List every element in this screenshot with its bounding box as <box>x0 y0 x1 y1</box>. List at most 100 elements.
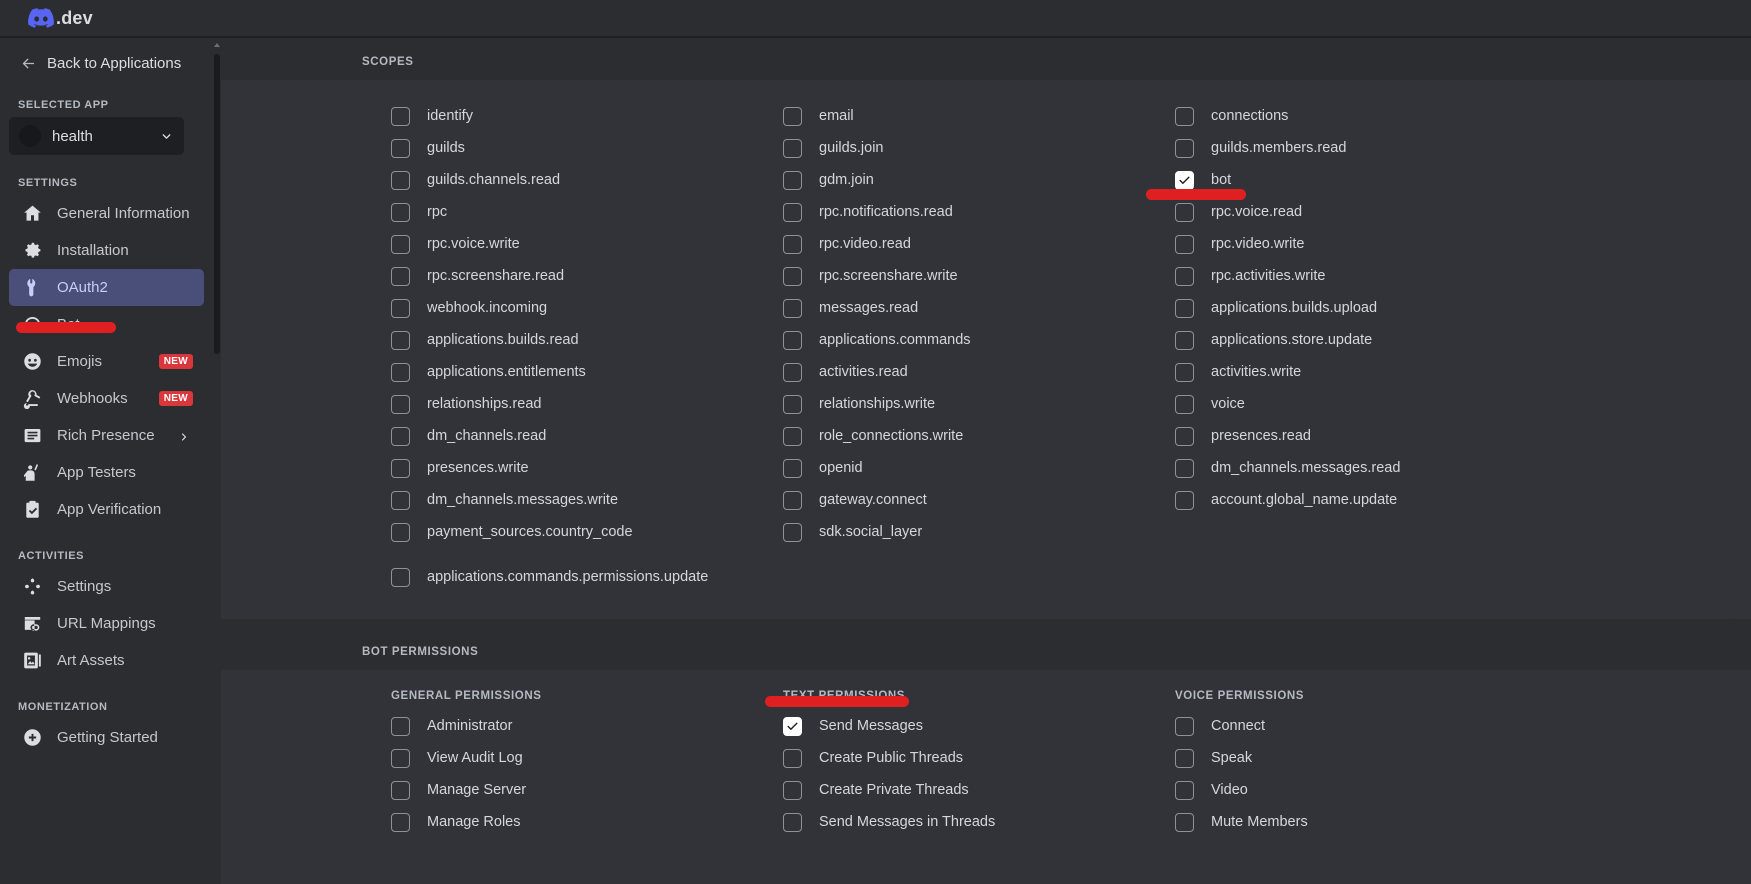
checkbox-gateway-connect[interactable] <box>783 490 802 510</box>
checkbox-applications-store-update[interactable] <box>1175 330 1194 350</box>
checkbox-row[interactable]: relationships.read <box>391 388 754 420</box>
sidebar-item-emojis[interactable]: Emojis NEW <box>9 343 204 380</box>
sidebar-item-art-assets[interactable]: Art Assets <box>9 642 204 679</box>
checkbox-guilds-channels-read[interactable] <box>391 170 410 190</box>
checkbox-messages-read[interactable] <box>783 298 802 318</box>
checkbox-send-messages[interactable] <box>783 716 802 736</box>
sidebar-item-settings[interactable]: Settings <box>9 568 204 605</box>
checkbox-applications-builds-read[interactable] <box>391 330 410 350</box>
chevron-right-icon[interactable] <box>178 430 190 442</box>
checkbox-row[interactable]: View Audit Log <box>391 742 754 774</box>
checkbox-create-private-threads[interactable] <box>783 780 802 800</box>
checkbox-row[interactable]: messages.read <box>783 292 1146 324</box>
checkbox-row[interactable]: openid <box>783 452 1146 484</box>
checkbox-dm-channels-messages-write[interactable] <box>391 490 410 510</box>
checkbox-activities-write[interactable] <box>1175 362 1194 382</box>
checkbox-row[interactable]: Connect <box>1175 710 1538 742</box>
checkbox-create-public-threads[interactable] <box>783 748 802 768</box>
checkbox-activities-read[interactable] <box>783 362 802 382</box>
checkbox-rpc-notifications-read[interactable] <box>783 202 802 222</box>
checkbox-row[interactable]: rpc.activities.write <box>1175 260 1538 292</box>
checkbox-row[interactable]: applications.commands.permissions.update <box>391 561 754 593</box>
checkbox-row[interactable]: activities.read <box>783 356 1146 388</box>
checkbox-row[interactable]: rpc <box>391 196 754 228</box>
checkbox-sdk-social-layer[interactable] <box>783 522 802 542</box>
checkbox-guilds-join[interactable] <box>783 138 802 158</box>
checkbox-row[interactable]: applications.builds.read <box>391 324 754 356</box>
checkbox-row[interactable]: rpc.screenshare.write <box>783 260 1146 292</box>
checkbox-voice[interactable] <box>1175 394 1194 414</box>
checkbox-dm-channels-read[interactable] <box>391 426 410 446</box>
sidebar-item-bot[interactable]: Bot <box>9 306 204 343</box>
checkbox-row[interactable]: Manage Server <box>391 774 754 806</box>
checkbox-row[interactable]: dm_channels.messages.read <box>1175 452 1538 484</box>
checkbox-row[interactable]: Send Messages in Threads <box>783 806 1146 838</box>
checkbox-applications-entitlements[interactable] <box>391 362 410 382</box>
checkbox-identify[interactable] <box>391 106 410 126</box>
checkbox-applications-commands[interactable] <box>783 330 802 350</box>
checkbox-row[interactable]: gdm.join <box>783 164 1146 196</box>
checkbox-relationships-read[interactable] <box>391 394 410 414</box>
sidebar-item-app-testers[interactable]: App Testers <box>9 454 204 491</box>
checkbox-row[interactable]: Create Private Threads <box>783 774 1146 806</box>
checkbox-row[interactable]: Send Messages <box>783 710 1146 742</box>
checkbox-row[interactable]: Create Public Threads <box>783 742 1146 774</box>
checkbox-row[interactable]: email <box>783 100 1146 132</box>
checkbox-row[interactable]: role_connections.write <box>783 420 1146 452</box>
sidebar-scrollbar[interactable] <box>213 38 221 884</box>
checkbox-row[interactable]: applications.store.update <box>1175 324 1538 356</box>
checkbox-connect[interactable] <box>1175 716 1194 736</box>
checkbox-applications-builds-upload[interactable] <box>1175 298 1194 318</box>
checkbox-manage-roles[interactable] <box>391 812 410 832</box>
checkbox-row[interactable]: account.global_name.update <box>1175 484 1538 516</box>
sidebar-item-general-information[interactable]: General Information <box>9 195 204 232</box>
checkbox-rpc-voice-write[interactable] <box>391 234 410 254</box>
checkbox-row[interactable]: voice <box>1175 388 1538 420</box>
checkbox-row[interactable]: rpc.voice.read <box>1175 196 1538 228</box>
checkbox-row[interactable]: rpc.voice.write <box>391 228 754 260</box>
checkbox-rpc-video-write[interactable] <box>1175 234 1194 254</box>
checkbox-row[interactable]: activities.write <box>1175 356 1538 388</box>
checkbox-row[interactable]: dm_channels.read <box>391 420 754 452</box>
checkbox-row[interactable]: rpc.notifications.read <box>783 196 1146 228</box>
checkbox-rpc-voice-read[interactable] <box>1175 202 1194 222</box>
checkbox-presences-read[interactable] <box>1175 426 1194 446</box>
sidebar-item-oauth2[interactable]: OAuth2 <box>9 269 204 306</box>
checkbox-row[interactable]: applications.entitlements <box>391 356 754 388</box>
checkbox-gdm-join[interactable] <box>783 170 802 190</box>
checkbox-email[interactable] <box>783 106 802 126</box>
checkbox-row[interactable]: applications.commands <box>783 324 1146 356</box>
checkbox-payment-sources-country-code[interactable] <box>391 522 410 542</box>
checkbox-row[interactable]: rpc.video.read <box>783 228 1146 260</box>
sidebar-item-getting-started[interactable]: Getting Started <box>9 719 204 756</box>
checkbox-openid[interactable] <box>783 458 802 478</box>
checkbox-administrator[interactable] <box>391 716 410 736</box>
checkbox-rpc-screenshare-write[interactable] <box>783 266 802 286</box>
checkbox-row[interactable]: Administrator <box>391 710 754 742</box>
checkbox-row[interactable]: bot <box>1175 164 1538 196</box>
checkbox-manage-server[interactable] <box>391 780 410 800</box>
checkbox-webhook-incoming[interactable] <box>391 298 410 318</box>
scroll-up-arrow-icon[interactable] <box>214 43 220 47</box>
scrollbar-thumb[interactable] <box>214 54 220 354</box>
checkbox-row[interactable]: guilds.channels.read <box>391 164 754 196</box>
checkbox-rpc-screenshare-read[interactable] <box>391 266 410 286</box>
checkbox-row[interactable]: applications.builds.upload <box>1175 292 1538 324</box>
checkbox-rpc-activities-write[interactable] <box>1175 266 1194 286</box>
checkbox-role-connections-write[interactable] <box>783 426 802 446</box>
sidebar-item-rich-presence[interactable]: Rich Presence <box>9 417 204 454</box>
checkbox-relationships-write[interactable] <box>783 394 802 414</box>
checkbox-rpc[interactable] <box>391 202 410 222</box>
checkbox-row[interactable]: gateway.connect <box>783 484 1146 516</box>
sidebar-item-webhooks[interactable]: Webhooks NEW <box>9 380 204 417</box>
checkbox-mute-members[interactable] <box>1175 812 1194 832</box>
checkbox-video[interactable] <box>1175 780 1194 800</box>
checkbox-row[interactable]: presences.write <box>391 452 754 484</box>
checkbox-row[interactable]: Mute Members <box>1175 806 1538 838</box>
sidebar-item-url-mappings[interactable]: URL Mappings <box>9 605 204 642</box>
checkbox-row[interactable]: presences.read <box>1175 420 1538 452</box>
checkbox-guilds[interactable] <box>391 138 410 158</box>
checkbox-row[interactable]: Video <box>1175 774 1538 806</box>
checkbox-guilds-members-read[interactable] <box>1175 138 1194 158</box>
brand-logo[interactable]: .dev <box>28 8 93 29</box>
